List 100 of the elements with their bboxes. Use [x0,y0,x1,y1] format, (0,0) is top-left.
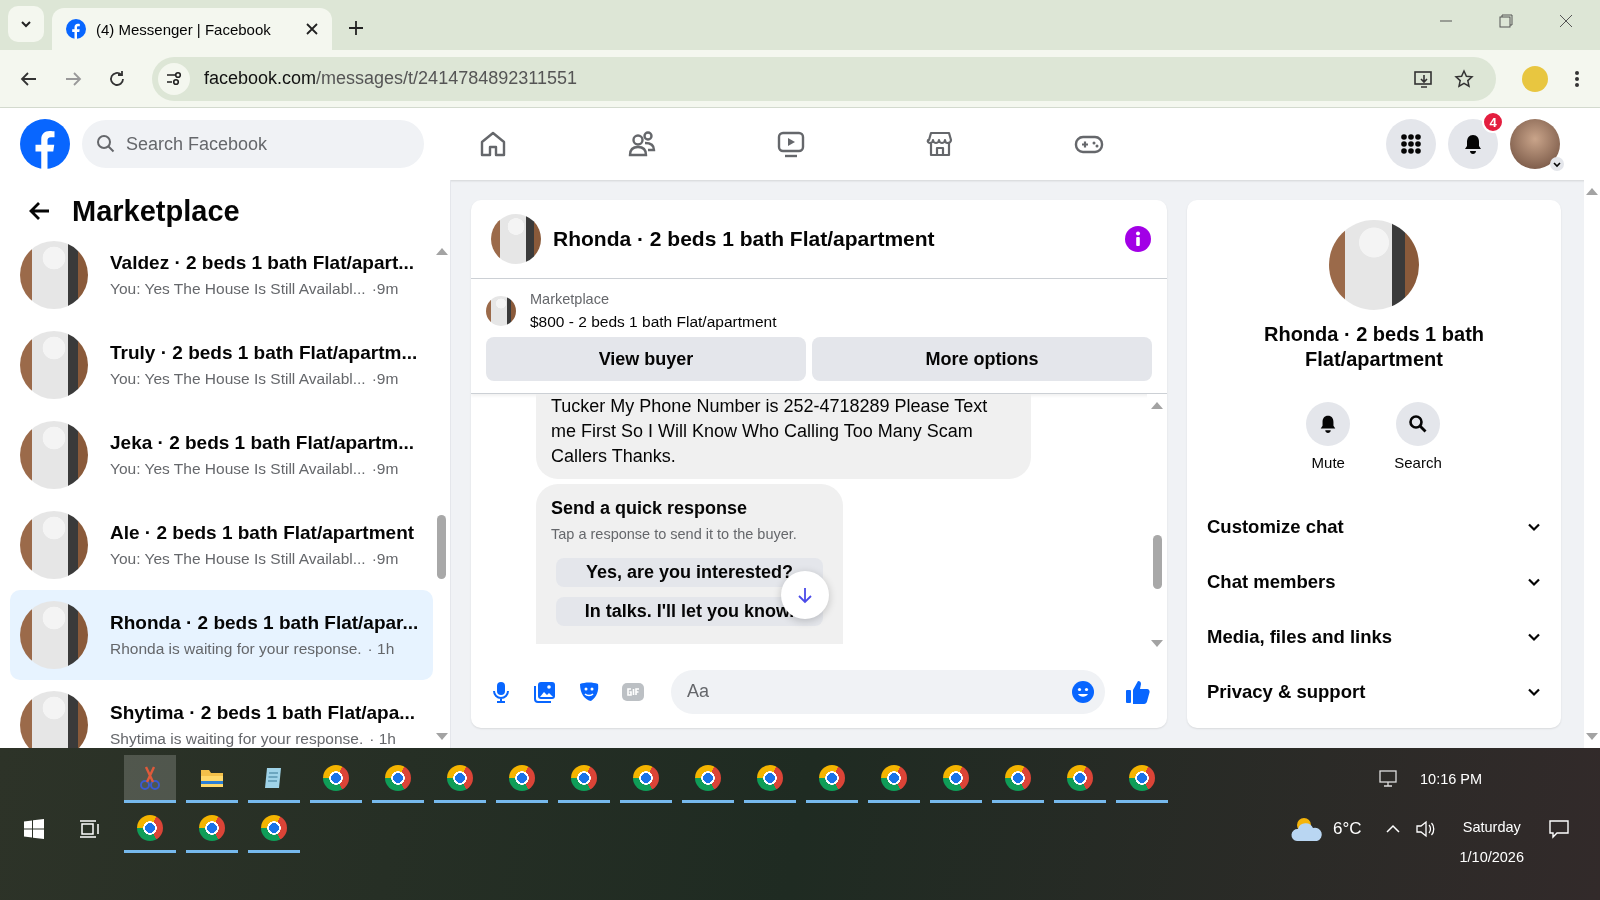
star-icon[interactable] [1454,68,1474,89]
speaker-icon[interactable] [1415,820,1436,838]
conversation-title: Rhonda · 2 beds 1 bath Flat/apar... [110,612,419,634]
conversation-time: · 1h [367,640,395,658]
browser-icon [1129,764,1155,791]
conversation-title: Truly · 2 beds 1 bath Flat/apartm... [110,342,418,364]
apps-menu-button[interactable] [1386,119,1436,169]
more-icon[interactable] [1574,69,1580,88]
browser-icon [137,814,163,841]
install-app-icon[interactable] [1414,68,1434,89]
section-header[interactable]: Privacy & support [1207,664,1541,719]
video-icon[interactable] [776,129,806,159]
grid-icon [1400,133,1422,155]
clock-day: Saturday [1462,819,1521,835]
browser-icon [819,764,845,791]
listing-label: Marketplace [530,291,610,307]
browser-icon [1067,764,1093,791]
quick-response-hint: Tap a response to send it to the buyer. [551,526,798,542]
notification-count-badge: 4 [1482,111,1504,133]
message-input[interactable]: Aa [671,669,1105,714]
weather-icon[interactable] [1290,815,1325,843]
notifications-icon[interactable] [1548,819,1570,839]
conversation-time: · 1h [369,730,396,748]
conversation-preview: Shytima is waiting for your response. [110,730,364,748]
search-field[interactable]: Search Facebook [82,120,424,168]
conversation-preview: You: Yes The House Is Still Availabl... [110,370,366,388]
quick-response-title: Send a quick response [551,498,749,519]
restore-icon[interactable] [1499,14,1513,28]
new-tab-icon[interactable] [348,20,364,36]
home-icon[interactable] [478,129,508,159]
conversation-time: ·9m [371,460,399,478]
facebook-logo-icon [66,19,86,39]
address-field[interactable]: facebook.com/messages/t/2414784892311551 [152,56,1496,101]
mute-button[interactable] [1306,402,1351,446]
section-header[interactable]: Chat members [1207,554,1541,609]
browser-icon [447,764,473,791]
browser-icon [943,764,969,791]
action-label: Mute [1311,454,1345,471]
account-avatar[interactable] [1510,119,1560,169]
section-header[interactable]: Customize chat [1207,499,1541,554]
browser-tab[interactable]: (4) Messenger | Facebook [52,8,332,50]
view-buyer-button[interactable]: View buyer [486,337,806,381]
bell-icon [1462,133,1484,155]
conversation-item[interactable]: Jeka · 2 beds 1 bath Flat/apartm... You: Yes The House Is Still Availabl... ·9m [10,410,433,500]
windows-start-icon[interactable] [23,819,44,839]
clock-time: 10:16 PM [1420,771,1484,787]
chevron-up-icon[interactable] [1385,823,1402,835]
scrollbar[interactable] [1584,180,1600,748]
conversation-item[interactable]: Ale · 2 beds 1 bath Flat/apartment You: Yes The House Is Still Availabl... ·9m [10,500,433,590]
scissors-icon [137,764,163,791]
conversation-item[interactable]: Valdez · 2 beds 1 bath Flat/apart... You: Yes The House Is Still Availabl... ·9m [10,240,433,320]
photo-placeholder [491,214,541,264]
section-header[interactable]: Media, files and links [1207,609,1541,664]
forward-icon[interactable] [64,69,82,88]
conversation-item[interactable]: Truly · 2 beds 1 bath Flat/apartm... You: Yes The House Is Still Availabl... ·9m [10,320,433,410]
conversation-item[interactable]: Rhonda · 2 beds 1 bath Flat/apar... Rhonda is waiting for your response. · 1h [10,590,433,680]
conversation-title: Jeka · 2 beds 1 bath Flat/apartm... [110,432,415,454]
emoji-icon[interactable] [1071,679,1095,704]
photo-placeholder [20,691,88,748]
people-icon[interactable] [627,129,657,159]
reload-icon[interactable] [108,69,126,88]
info-icon[interactable] [1125,226,1151,252]
site-settings-icon [166,70,182,87]
conversation-title: Valdez · 2 beds 1 bath Flat/apart... [110,252,415,274]
conversation-preview: You: Yes The House Is Still Availabl... [110,460,366,478]
conversation-preview: You: Yes The House Is Still Availabl... [110,550,366,568]
conversation-title: Shytima · 2 beds 1 bath Flat/apa... [110,702,416,724]
close-icon[interactable] [306,23,318,35]
conversation-preview: Rhonda is waiting for your response. [110,640,362,658]
conversation-title: Ale · 2 beds 1 bath Flat/apartment [110,522,415,544]
monitor-icon[interactable] [1378,770,1398,788]
arrow-down-icon [796,586,814,604]
quick-reply-button[interactable]: In talks. I'll let you know. [556,597,823,626]
quick-reply-button[interactable]: Yes, are you interested? [556,558,823,587]
notifications-button[interactable] [1448,119,1498,169]
conversation-time: ·9m [371,550,399,568]
thumbs-up-icon[interactable] [1125,678,1151,705]
task-view-icon[interactable] [78,819,101,839]
facebook-logo-icon[interactable] [20,119,70,169]
caret-icon[interactable] [1550,157,1564,171]
conversation-time: ·9m [371,280,399,298]
browser-icon [633,764,659,791]
browser-icon [323,764,349,791]
message-bubble: Tucker My Phone Number is 252-4718289 Please Text me First So I Will Know Who Calling Too Many Scam Callers Thanks. [536,394,1031,479]
browser-icon [571,764,597,791]
search-button[interactable] [1396,402,1440,446]
marketplace-heading: Marketplace [72,194,240,228]
browser-icon [199,814,225,841]
image-icon[interactable] [533,679,557,704]
browser-icon [1005,764,1031,791]
browser-icon [385,764,411,791]
conversation-time: ·9m [371,370,399,388]
browser-icon [509,764,535,791]
more-options-button[interactable]: More options [812,337,1152,381]
listing-price: $800 - 2 beds 1 bath Flat/apartment [530,313,777,331]
back-icon[interactable] [20,69,38,88]
conversation-name: Rhonda · 2 beds 1 bath Flat/apartment [1263,322,1485,372]
store-icon[interactable] [925,129,955,159]
photo-placeholder [486,296,516,326]
chat-title: Rhonda · 2 beds 1 bath Flat/apartment [553,227,935,251]
